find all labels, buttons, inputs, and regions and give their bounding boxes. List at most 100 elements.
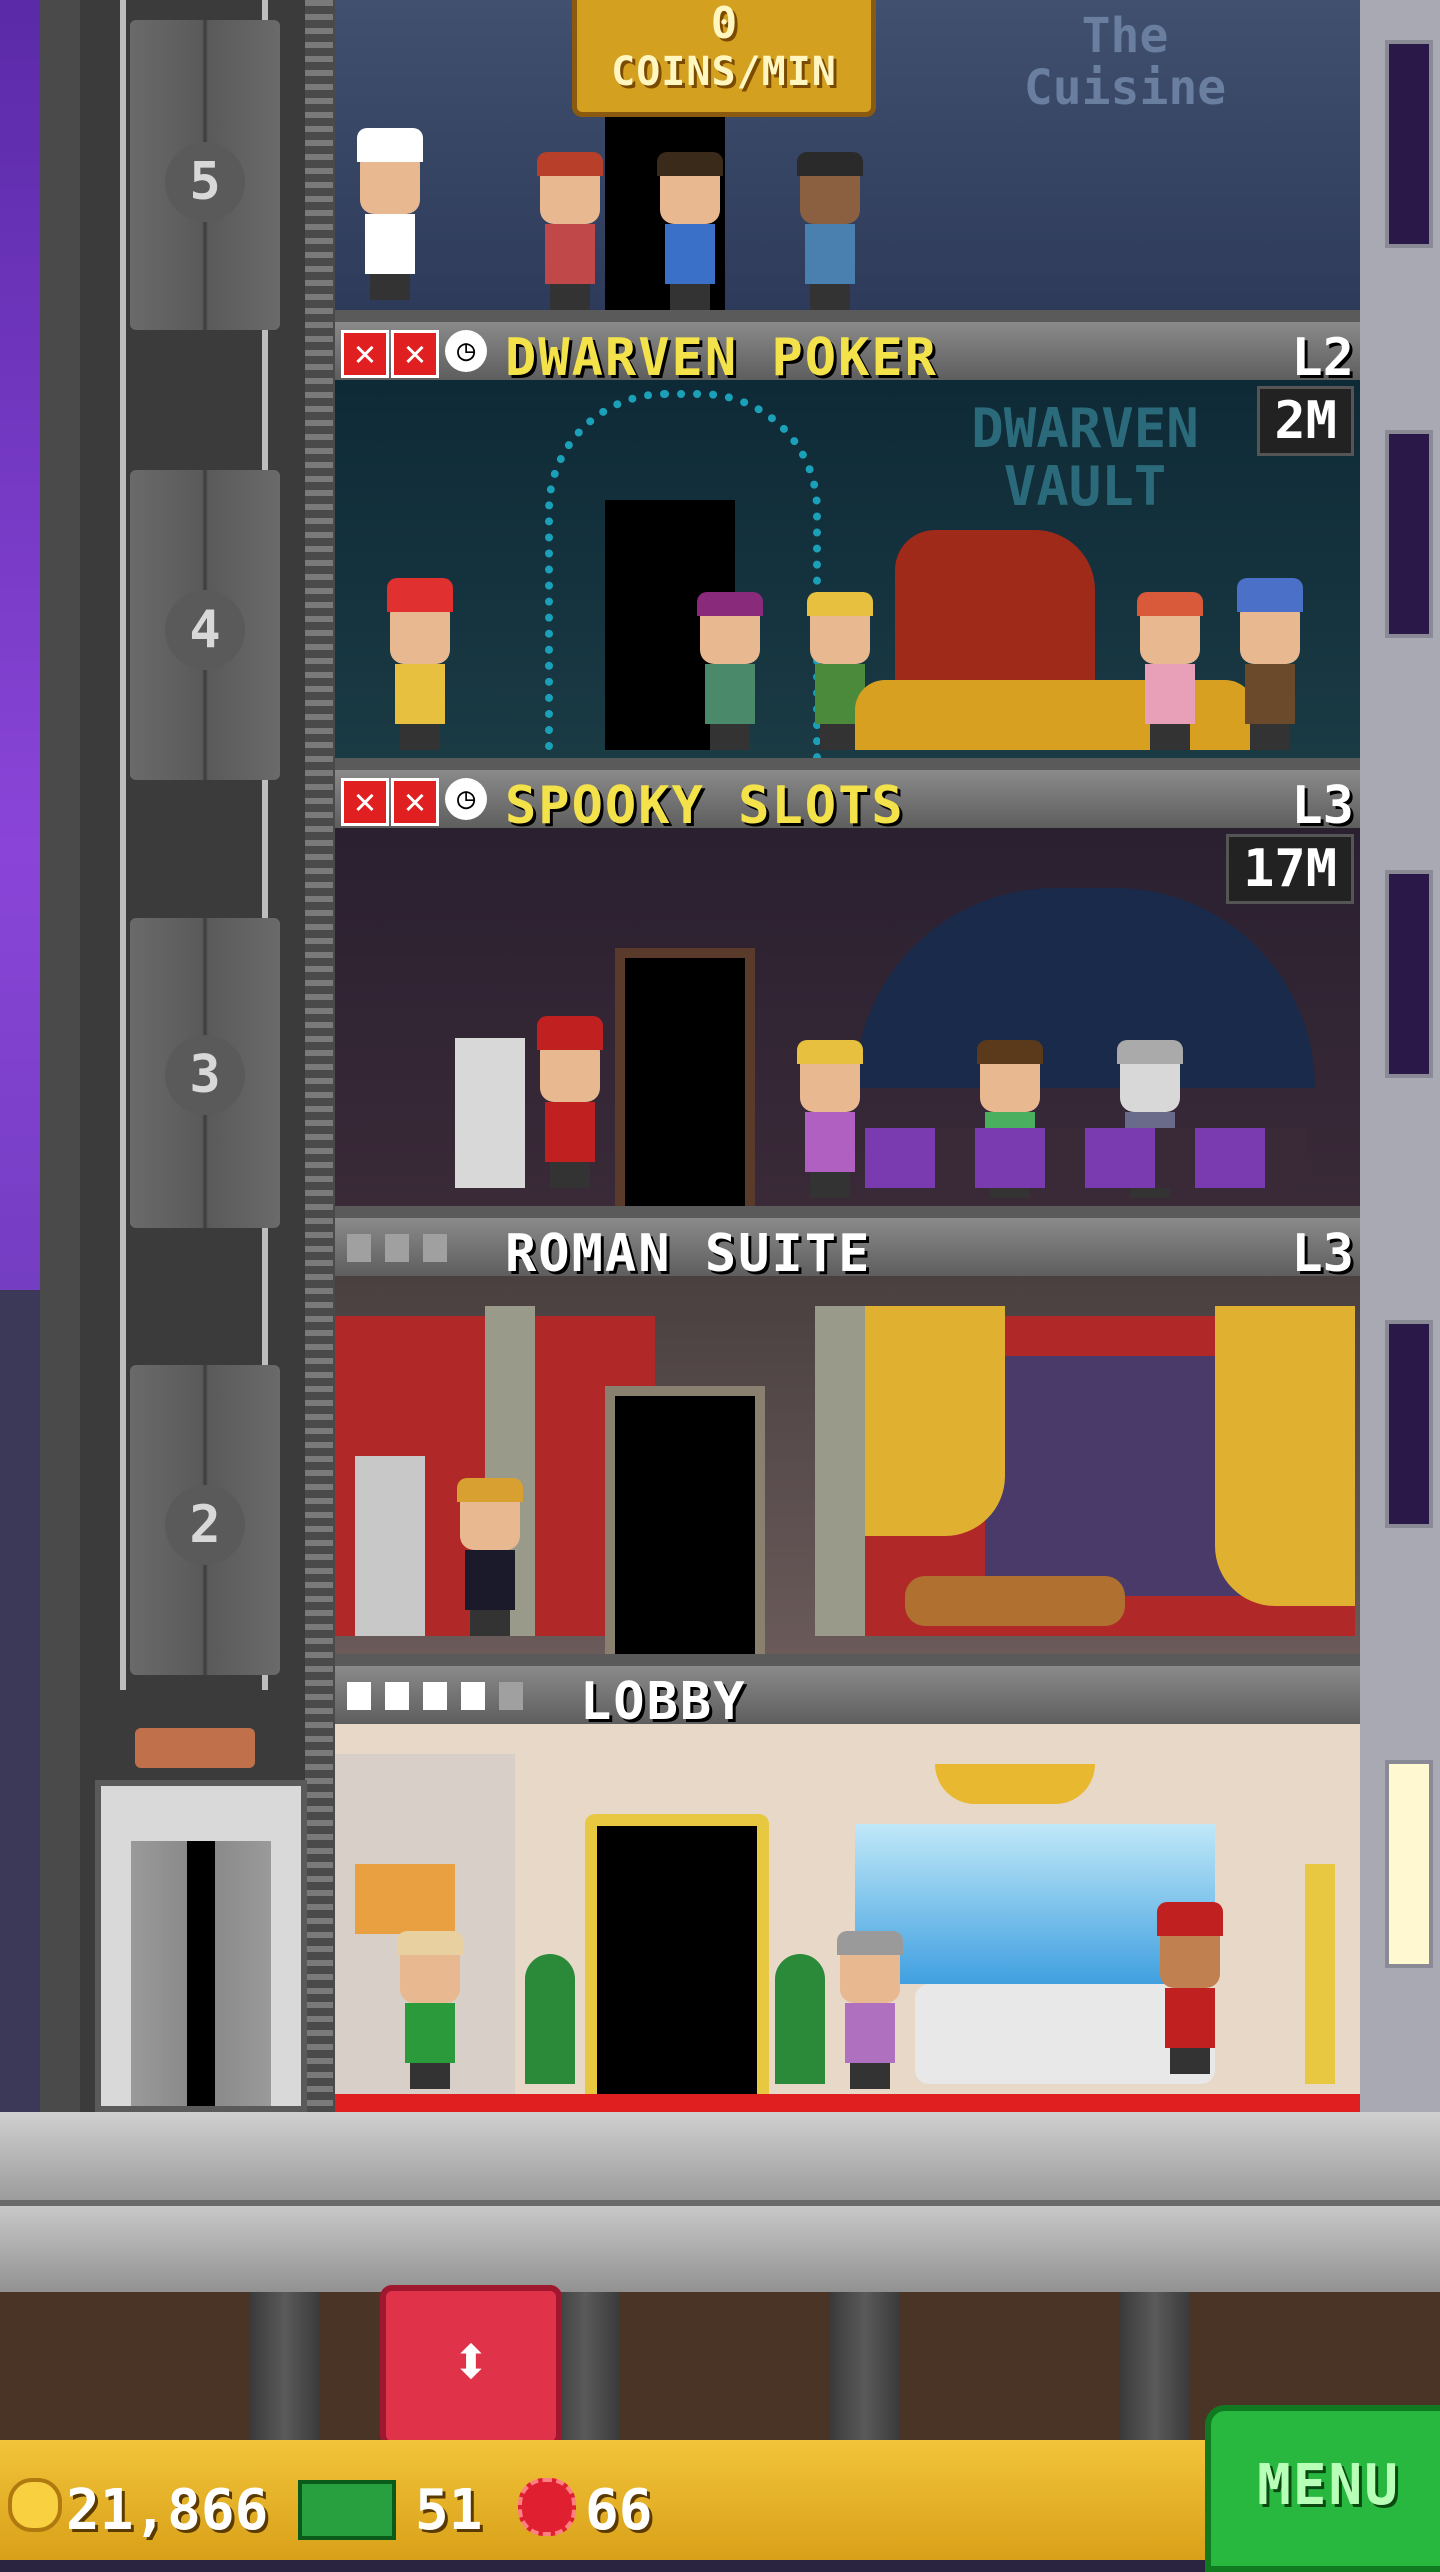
floor-divider [335,758,1360,770]
coin-icon [8,2478,62,2532]
visitor-character[interactable] [395,1931,465,2089]
dwarf-character[interactable] [1135,592,1205,750]
resident-icon [347,1682,371,1710]
dwarf-character[interactable] [1235,578,1305,750]
visitor-character[interactable] [655,152,725,310]
clock-icon: ◷ [445,330,487,372]
lobby-red-floor [335,2094,1360,2112]
gem-icon [518,2478,576,2536]
floor-divider [335,1206,1360,1218]
dwarf-character[interactable] [385,578,455,750]
ground-slab [0,2112,1440,2200]
floor-divider [335,1654,1360,1666]
potted-plant [775,1954,825,2084]
slots-room [335,828,1360,1218]
floor-lamp [1305,1864,1335,2084]
coins-count[interactable]: 21,866 [66,2478,268,2543]
poker-room: DWARVEN VAULT [335,380,1360,766]
x-icon: ✕ [391,778,439,826]
potted-plant [525,1954,575,2084]
clock-icon: ◷ [445,778,487,820]
floor-spooky-slots[interactable]: ✕ ✕ ◷ SPOOKY SLOTS L3 17M [335,770,1360,1218]
lobby-room [335,1724,1360,2118]
ground-slab [0,2200,1440,2298]
elevator-roof [135,1728,255,1768]
floor-level: L3 [1291,1224,1354,1284]
resident-icon [385,1682,409,1710]
elevator-button[interactable]: ⬍ [380,2285,562,2447]
resident-icon [423,1234,447,1262]
window [1385,40,1433,248]
resident-icons-empty [347,1234,461,1270]
support-pillar [830,2292,900,2440]
menu-button[interactable]: MENU [1205,2405,1440,2572]
slots-door [615,948,755,1218]
visitor-character[interactable] [695,592,765,750]
floor-header: ✕ ✕ ◷ DWARVEN POKER L2 [335,322,1360,388]
floor-dwarven-poker[interactable]: ✕ ✕ ◷ DWARVEN POKER L2 DWARVEN VAULT 2M [335,322,1360,770]
floor-roman-suite[interactable]: ROMAN SUITE L3 [335,1218,1360,1666]
visitor-character[interactable] [835,1931,905,2089]
coins-per-minute-label: COINS/MIN [611,49,837,95]
resident-icon [499,1682,523,1710]
floor-divider [335,310,1360,322]
floor-header: LOBBY [335,1666,1360,1732]
resident-icon [347,1234,371,1262]
lobby-door [585,1814,769,2118]
curtain [865,1306,1005,1536]
support-pillar [250,2292,320,2440]
floor-name: SPOOKY SLOTS [505,776,905,836]
floor-name: LOBBY [580,1672,747,1732]
visitor-character[interactable] [795,1040,865,1198]
lit-window [1385,1760,1433,1968]
floor-name: DWARVEN POKER [505,328,938,388]
floor-number-3: 3 [165,1035,245,1115]
resident-icons [347,1682,537,1714]
elevator-cable [120,0,126,1690]
coins-per-minute-tab[interactable]: 0 COINS/MIN [572,0,876,117]
tower-bux-count[interactable]: 51 [415,2478,482,2543]
chandelier [935,1764,1095,1804]
floor-number-2: 2 [165,1485,245,1565]
x-icon: ✕ [391,330,439,378]
floor-number-5: 5 [165,142,245,222]
slot-machine [455,1038,525,1188]
window [1385,1320,1433,1528]
elevator-car[interactable] [95,1780,307,2112]
up-down-arrows-icon: ⬍ [449,2320,493,2402]
curtain [1215,1306,1355,1606]
poker-sign: DWARVEN VAULT [971,397,1199,518]
restaurant-sign: The Cuisine [1023,8,1227,116]
floor-level: L2 [1291,328,1354,388]
resident-icon [423,1682,447,1710]
floor-name: ROMAN SUITE [505,1224,872,1284]
roman-room [335,1276,1360,1666]
stock-badge: 2M [1257,386,1354,456]
bellhop-character[interactable] [1155,1902,1225,2074]
gem-count[interactable]: 66 [585,2478,652,2543]
support-pillar [1120,2292,1190,2440]
bellhop-character[interactable] [535,1016,605,1188]
arched-window [855,888,1315,1088]
floor-number-4: 4 [165,590,245,670]
coins-per-minute-value: 0 [710,0,738,49]
visitor-character[interactable] [535,152,605,310]
floor-level: L3 [1291,776,1354,836]
column [815,1306,865,1636]
x-icon: ✕ [341,778,389,826]
resident-icon [385,1234,409,1262]
resident-icon [461,1682,485,1710]
x-icon: ✕ [341,330,389,378]
floor-header: ROMAN SUITE L3 [335,1218,1360,1284]
chaise-lounge [905,1576,1125,1626]
painting [355,1864,455,1934]
statue [355,1456,425,1636]
resident-character[interactable] [455,1478,525,1636]
floor-lobby[interactable]: LOBBY [335,1666,1360,2118]
tower-bux-icon [298,2480,396,2540]
chef-character[interactable] [355,128,425,300]
shaft-rail [305,0,333,2120]
window [1385,430,1433,638]
elevator-door [131,1841,271,2106]
visitor-character[interactable] [795,152,865,310]
